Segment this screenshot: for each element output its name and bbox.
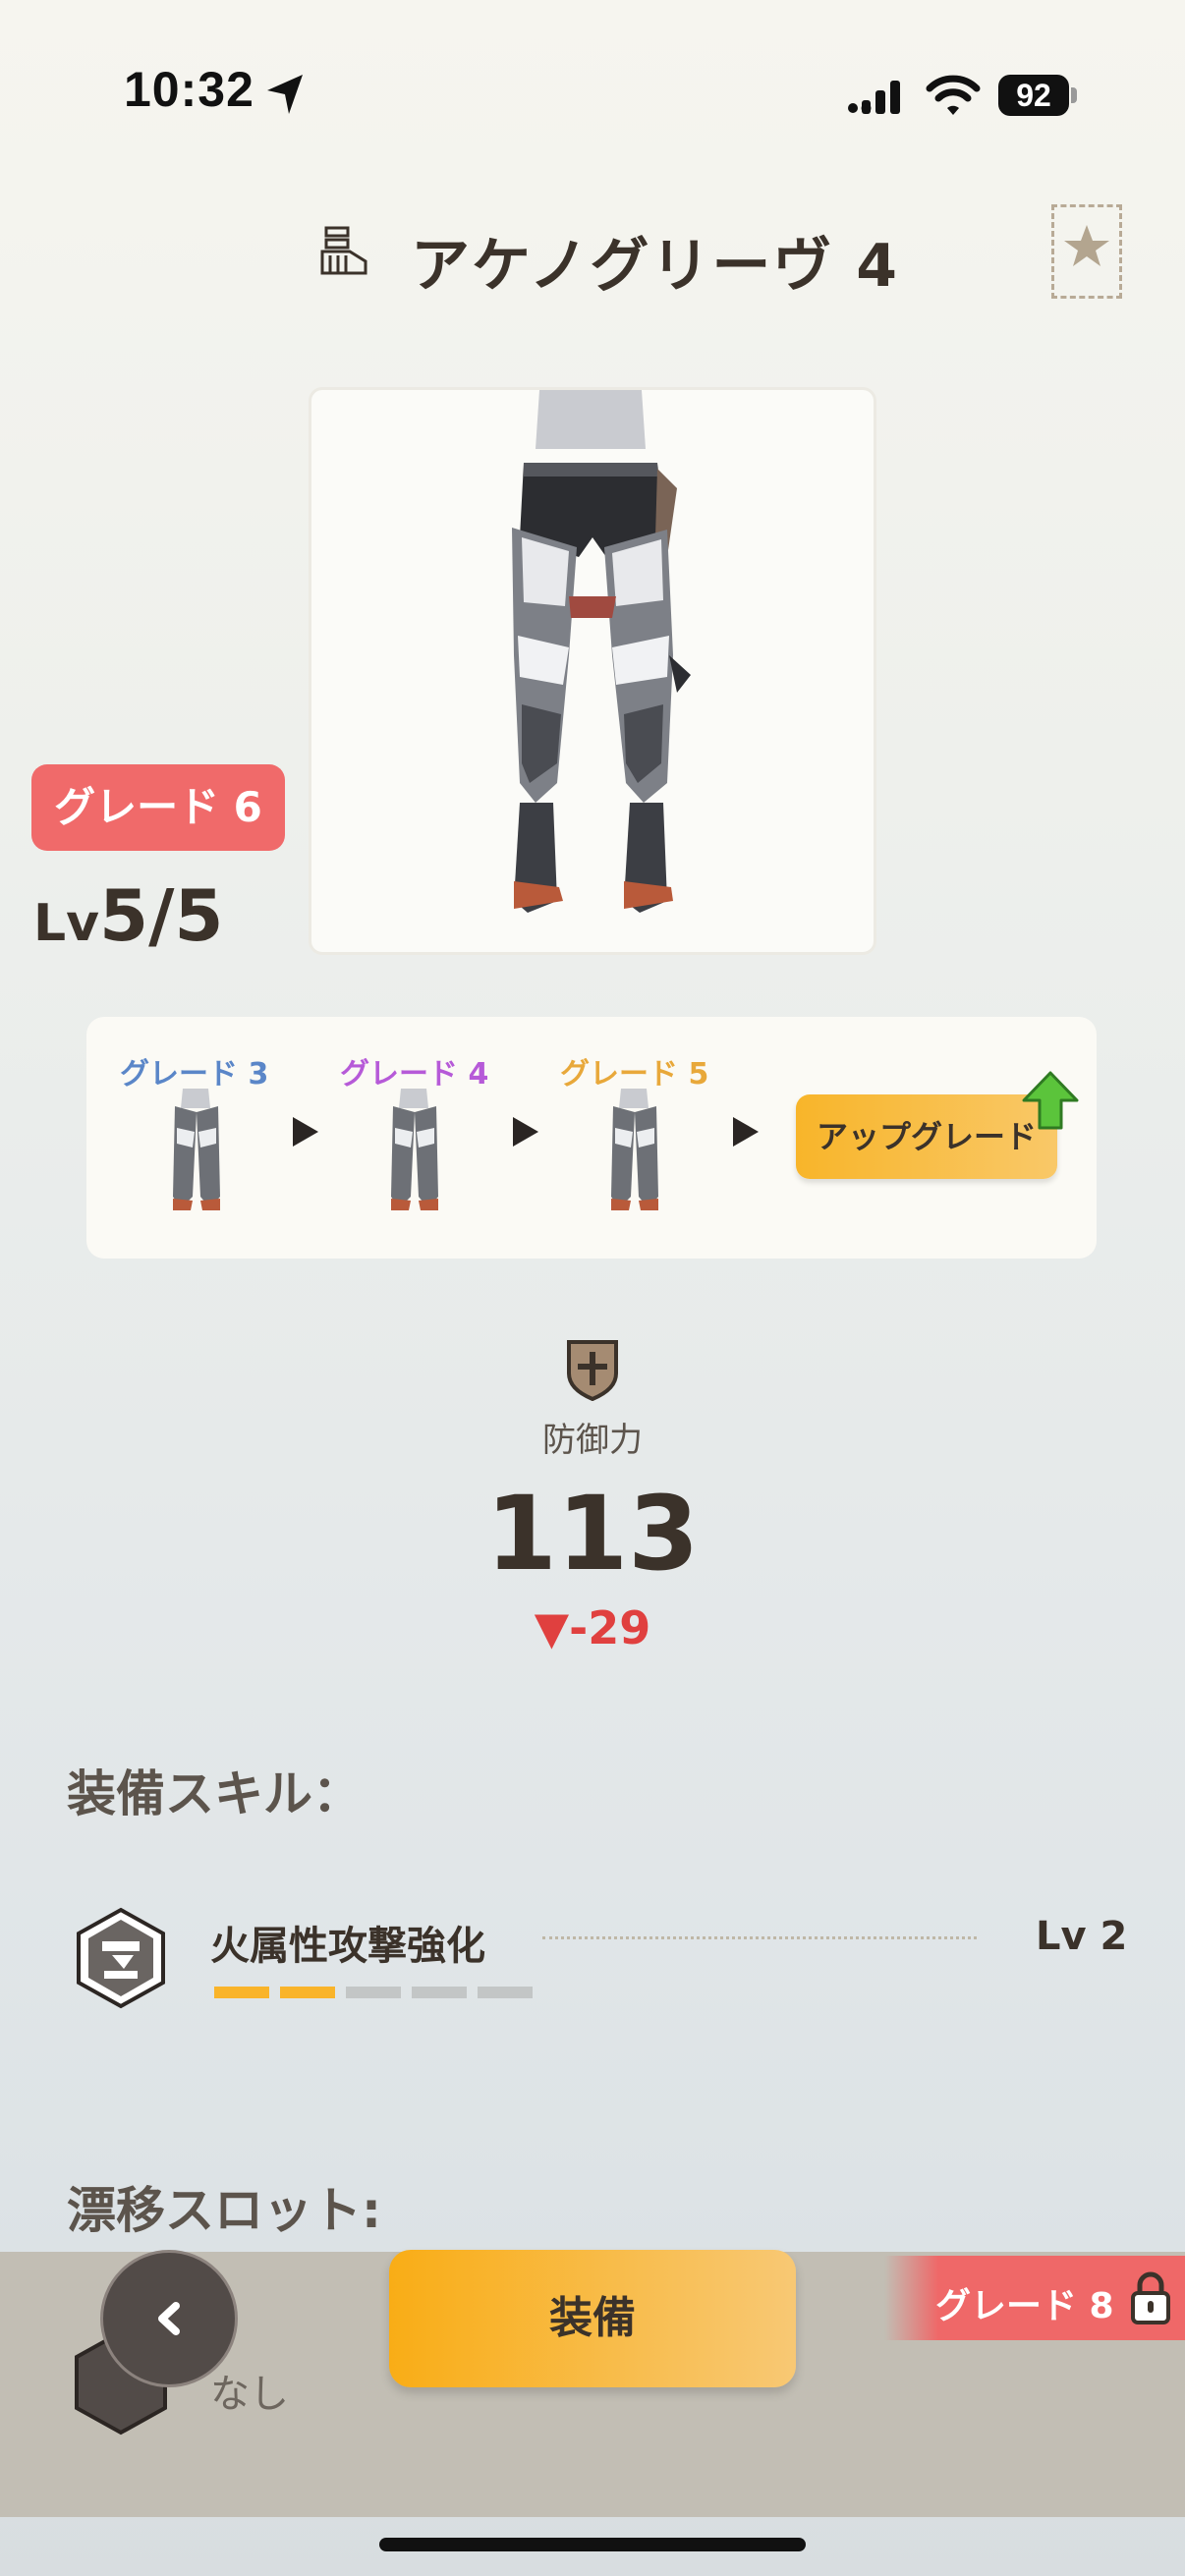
stage-label-grade3: グレード 3	[120, 1057, 269, 1092]
up-arrow-icon	[1022, 1071, 1079, 1130]
star-icon	[1064, 225, 1109, 266]
battery-tip	[1071, 87, 1077, 103]
drift-slot-section-title: 漂移スロット:	[67, 2182, 381, 2239]
skill-divider	[542, 1936, 977, 1939]
stage-label-grade5: グレード 5	[560, 1057, 709, 1092]
defense-value: 113	[485, 1474, 700, 1594]
status-time: 10:32	[124, 62, 254, 117]
equip-button[interactable]: 装備	[389, 2250, 796, 2387]
skill-level-segment	[214, 1987, 269, 1998]
skill-level-segment	[478, 1987, 533, 1998]
battery-indicator: 92	[998, 75, 1069, 116]
item-image-card	[309, 387, 876, 955]
lock-icon	[1131, 2271, 1170, 2324]
skill-level-segment	[280, 1987, 335, 1998]
skill-name: 火属性攻撃強化	[210, 1924, 485, 1969]
back-button[interactable]	[100, 2250, 238, 2387]
skill-fire-attack-icon[interactable]	[69, 1906, 173, 2010]
cellular-signal-icon	[848, 81, 900, 114]
shield-icon	[567, 1340, 618, 1401]
defense-label: 防御力	[542, 1421, 643, 1460]
stage-thumb-grade4[interactable]	[375, 1089, 454, 1216]
skills-section-title: 装備スキル：	[67, 1765, 362, 1822]
location-arrow-icon	[267, 75, 303, 114]
item-title: アケノグリーヴ 4	[411, 232, 900, 301]
skill-level-segment	[412, 1987, 467, 1998]
defense-delta: ▼-29	[534, 1601, 651, 1654]
chevron-left-icon	[158, 2302, 180, 2335]
stage-thumb-grade5[interactable]	[595, 1089, 674, 1216]
level-prefix: Lv	[33, 894, 100, 953]
grade-badge: グレード 6	[31, 764, 285, 851]
arrow-right-icon	[733, 1117, 759, 1147]
arrow-right-icon	[513, 1117, 538, 1147]
favorite-button[interactable]	[1051, 204, 1122, 299]
upgrade-button[interactable]: アップグレード	[796, 1094, 1057, 1179]
skill-level-segment	[346, 1987, 401, 1998]
greaves-image	[512, 390, 691, 913]
armor-legs-icon	[320, 226, 367, 275]
item-level: Lv5/5	[33, 874, 224, 957]
grade-lock-label: グレード 8	[935, 2286, 1114, 2326]
stage-label-grade4: グレード 4	[340, 1057, 489, 1092]
skill-level: Lv 2	[1036, 1914, 1128, 1959]
level-value: 5/5	[99, 874, 224, 957]
wifi-icon	[926, 75, 981, 115]
stage-thumb-grade3[interactable]	[157, 1089, 236, 1216]
arrow-right-icon	[293, 1117, 318, 1147]
home-indicator	[379, 2538, 806, 2551]
